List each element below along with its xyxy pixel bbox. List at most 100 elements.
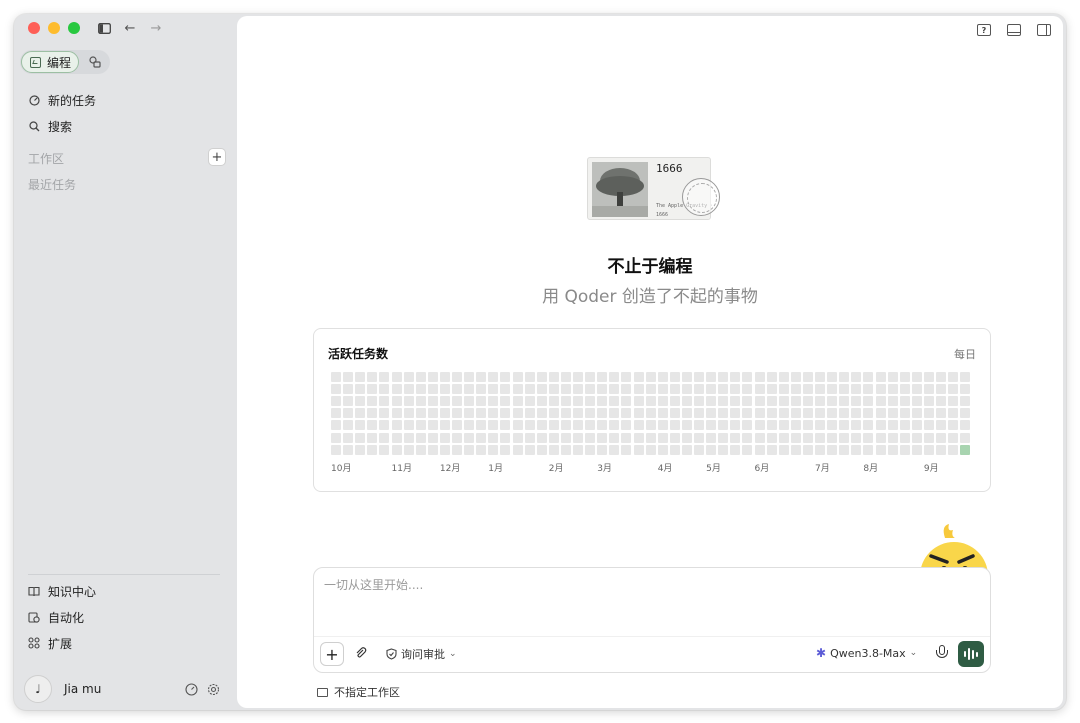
heatmap-day-cell[interactable] bbox=[645, 444, 656, 455]
heatmap-day-cell[interactable] bbox=[500, 408, 511, 419]
heatmap-day-cell[interactable] bbox=[754, 396, 765, 407]
heatmap-day-cell[interactable] bbox=[439, 420, 450, 431]
heatmap-day-cell[interactable] bbox=[851, 420, 862, 431]
heatmap-day-cell[interactable] bbox=[609, 432, 620, 443]
heatmap-day-cell[interactable] bbox=[488, 444, 499, 455]
heatmap-day-cell[interactable] bbox=[452, 432, 462, 443]
heatmap-day-cell[interactable] bbox=[718, 420, 729, 431]
nav-automation[interactable]: 自动化 bbox=[28, 607, 84, 627]
heatmap-day-cell[interactable] bbox=[657, 432, 668, 443]
heatmap-day-cell[interactable] bbox=[657, 444, 668, 455]
heatmap-day-cell[interactable] bbox=[367, 408, 378, 419]
mode-coding-tab[interactable]: 编程 bbox=[21, 51, 79, 73]
heatmap-day-cell[interactable] bbox=[948, 444, 959, 455]
heatmap-day-cell[interactable] bbox=[839, 408, 850, 419]
nav-knowledge-center[interactable]: 知识中心 bbox=[28, 581, 96, 601]
heatmap-day-cell[interactable] bbox=[476, 372, 487, 382]
heatmap-day-cell[interactable] bbox=[633, 420, 644, 431]
heatmap-day-cell[interactable] bbox=[343, 408, 354, 419]
heatmap-day-cell[interactable] bbox=[415, 372, 426, 382]
heatmap-day-cell[interactable] bbox=[536, 408, 547, 419]
heatmap-day-cell[interactable] bbox=[464, 408, 475, 419]
heatmap-day-cell[interactable] bbox=[730, 444, 741, 455]
heatmap-day-cell[interactable] bbox=[681, 408, 692, 419]
heatmap-day-cell[interactable] bbox=[657, 420, 668, 431]
heatmap-day-cell[interactable] bbox=[512, 396, 523, 407]
heatmap-day-cell[interactable] bbox=[875, 408, 886, 419]
heatmap-day-cell[interactable] bbox=[548, 408, 559, 419]
heatmap-day-cell[interactable] bbox=[403, 384, 414, 395]
heatmap-day-cell[interactable] bbox=[355, 372, 366, 382]
heatmap-day-cell[interactable] bbox=[681, 444, 692, 455]
heatmap-day-cell[interactable] bbox=[536, 372, 547, 382]
heatmap-day-cell[interactable] bbox=[875, 444, 886, 455]
heatmap-day-cell[interactable] bbox=[500, 372, 511, 382]
heatmap-day-cell[interactable] bbox=[863, 396, 874, 407]
heatmap-day-cell[interactable] bbox=[645, 396, 656, 407]
heatmap-day-cell[interactable] bbox=[415, 384, 426, 395]
heatmap-day-cell[interactable] bbox=[730, 420, 741, 431]
task-input[interactable] bbox=[324, 578, 884, 592]
heatmap-day-cell[interactable] bbox=[331, 432, 341, 443]
heatmap-day-cell[interactable] bbox=[911, 420, 922, 431]
heatmap-day-cell[interactable] bbox=[694, 384, 704, 395]
heatmap-day-cell[interactable] bbox=[875, 384, 886, 395]
heatmap-day-cell[interactable] bbox=[343, 420, 354, 431]
heatmap-day-cell[interactable] bbox=[391, 432, 402, 443]
heatmap-day-cell[interactable] bbox=[694, 444, 704, 455]
heatmap-day-cell[interactable] bbox=[585, 372, 596, 382]
heatmap-day-cell[interactable] bbox=[669, 408, 680, 419]
heatmap-day-cell[interactable] bbox=[621, 408, 632, 419]
heatmap-day-cell[interactable] bbox=[597, 420, 608, 431]
heatmap-day-cell[interactable] bbox=[367, 396, 378, 407]
heatmap-day-cell[interactable] bbox=[863, 408, 874, 419]
heatmap-day-cell[interactable] bbox=[669, 384, 680, 395]
heatmap-day-cell[interactable] bbox=[911, 396, 922, 407]
heatmap-day-cell[interactable] bbox=[597, 444, 608, 455]
heatmap-day-cell[interactable] bbox=[730, 408, 741, 419]
heatmap-day-cell[interactable] bbox=[815, 420, 825, 431]
heatmap-day-cell[interactable] bbox=[609, 372, 620, 382]
heatmap-day-cell[interactable] bbox=[839, 444, 850, 455]
heatmap-day-cell[interactable] bbox=[560, 384, 571, 395]
heatmap-day-cell[interactable] bbox=[911, 408, 922, 419]
heatmap-day-cell[interactable] bbox=[331, 444, 341, 455]
heatmap-day-cell[interactable] bbox=[597, 384, 608, 395]
heatmap-day-cell[interactable] bbox=[452, 420, 462, 431]
heatmap-day-cell[interactable] bbox=[476, 384, 487, 395]
heatmap-day-cell[interactable] bbox=[597, 408, 608, 419]
heatmap-day-cell[interactable] bbox=[742, 408, 753, 419]
heatmap-day-cell[interactable] bbox=[815, 384, 825, 395]
heatmap-day-cell[interactable] bbox=[766, 396, 777, 407]
heatmap-day-cell[interactable] bbox=[899, 420, 910, 431]
heatmap-day-cell[interactable] bbox=[923, 408, 934, 419]
heatmap-day-cell[interactable] bbox=[694, 372, 704, 382]
heatmap-day-cell[interactable] bbox=[488, 432, 499, 443]
heatmap-day-cell[interactable] bbox=[766, 444, 777, 455]
heatmap-day-cell[interactable] bbox=[669, 396, 680, 407]
heatmap-day-cell[interactable] bbox=[343, 372, 354, 382]
heatmap-day-cell[interactable] bbox=[379, 444, 390, 455]
heatmap-day-cell[interactable] bbox=[573, 420, 583, 431]
heatmap-day-cell[interactable] bbox=[355, 432, 366, 443]
heatmap-day-cell[interactable] bbox=[488, 372, 499, 382]
heatmap-day-cell[interactable] bbox=[669, 372, 680, 382]
help-icon[interactable]: ? bbox=[977, 24, 991, 36]
heatmap-day-cell[interactable] bbox=[488, 384, 499, 395]
heatmap-day-cell[interactable] bbox=[960, 396, 971, 407]
heatmap-day-cell[interactable] bbox=[839, 372, 850, 382]
heatmap-day-cell[interactable] bbox=[512, 432, 523, 443]
heatmap-day-cell[interactable] bbox=[778, 408, 789, 419]
heatmap-day-cell[interactable] bbox=[851, 372, 862, 382]
heatmap-day-cell[interactable] bbox=[633, 408, 644, 419]
heatmap-day-cell[interactable] bbox=[742, 384, 753, 395]
heatmap-day-cell[interactable] bbox=[343, 432, 354, 443]
heatmap-day-cell[interactable] bbox=[778, 432, 789, 443]
heatmap-day-cell[interactable] bbox=[694, 420, 704, 431]
heatmap-day-cell[interactable] bbox=[802, 432, 813, 443]
heatmap-day-cell[interactable] bbox=[887, 420, 898, 431]
heatmap-day-cell[interactable] bbox=[343, 444, 354, 455]
nav-search[interactable]: 搜索 bbox=[28, 116, 72, 136]
heatmap-day-cell[interactable] bbox=[802, 444, 813, 455]
heatmap-day-cell[interactable] bbox=[476, 432, 487, 443]
